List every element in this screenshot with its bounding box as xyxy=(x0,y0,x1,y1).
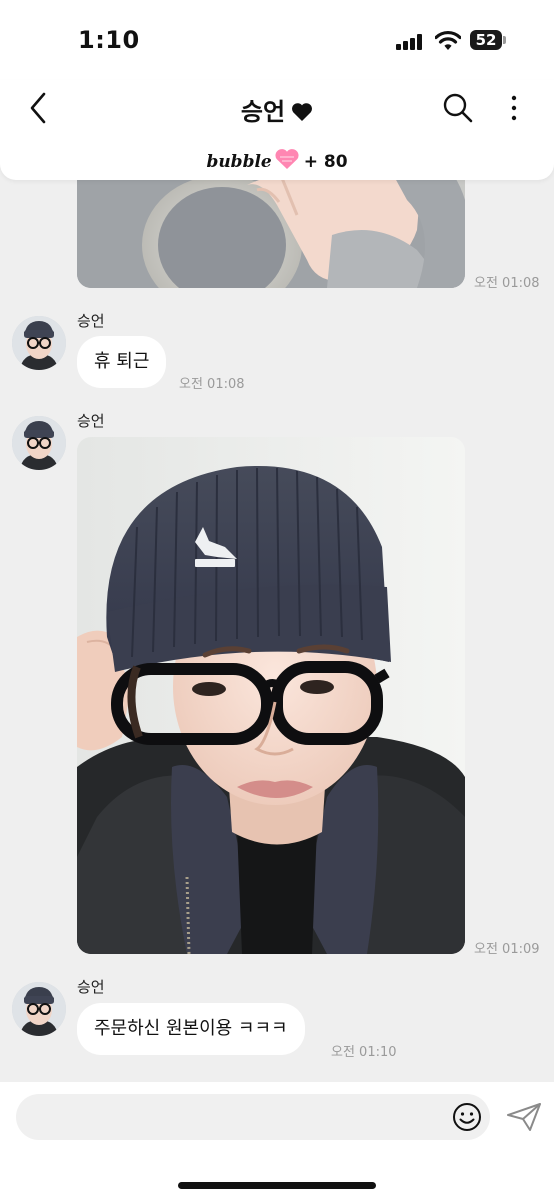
more-vertical-icon[interactable] xyxy=(506,92,522,124)
message-input[interactable] xyxy=(16,1094,490,1140)
subscription-info[interactable]: bubble + 80 xyxy=(0,148,554,172)
sender-name: 승언 xyxy=(77,412,105,430)
message-timestamp: 오전 01:08 xyxy=(474,276,540,291)
sender-name: 승언 xyxy=(77,978,105,996)
composer-bar xyxy=(0,1082,554,1200)
message-bubble[interactable]: 휴 퇴근 xyxy=(77,336,167,388)
pink-heart-icon xyxy=(275,149,299,169)
send-icon[interactable] xyxy=(506,1102,542,1132)
avatar[interactable] xyxy=(12,416,66,470)
heart-icon xyxy=(292,103,313,121)
bubble-count: + 80 xyxy=(303,152,348,172)
home-indicator xyxy=(178,1182,376,1189)
search-icon[interactable] xyxy=(442,92,474,124)
avatar[interactable] xyxy=(12,982,66,1036)
avatar-image xyxy=(12,316,66,370)
chat-header: 승언 bubble + 80 xyxy=(0,80,554,180)
message-bubble[interactable]: 주문하신 원본이용 ㅋㅋㅋ xyxy=(77,1003,305,1055)
chat-title-text: 승언 xyxy=(240,98,286,126)
message-timestamp: 오전 01:09 xyxy=(474,942,540,957)
avatar-image xyxy=(12,982,66,1036)
avatar[interactable] xyxy=(12,316,66,370)
message-timestamp: 오전 01:08 xyxy=(179,377,245,392)
bubble-brand: bubble xyxy=(206,152,272,172)
message-timestamp: 오전 01:10 xyxy=(331,1045,397,1060)
emoji-icon[interactable] xyxy=(452,1102,482,1132)
photo-message[interactable] xyxy=(77,437,465,954)
selfie-photo xyxy=(77,437,465,954)
avatar-image xyxy=(12,416,66,470)
sender-name: 승언 xyxy=(77,312,105,330)
